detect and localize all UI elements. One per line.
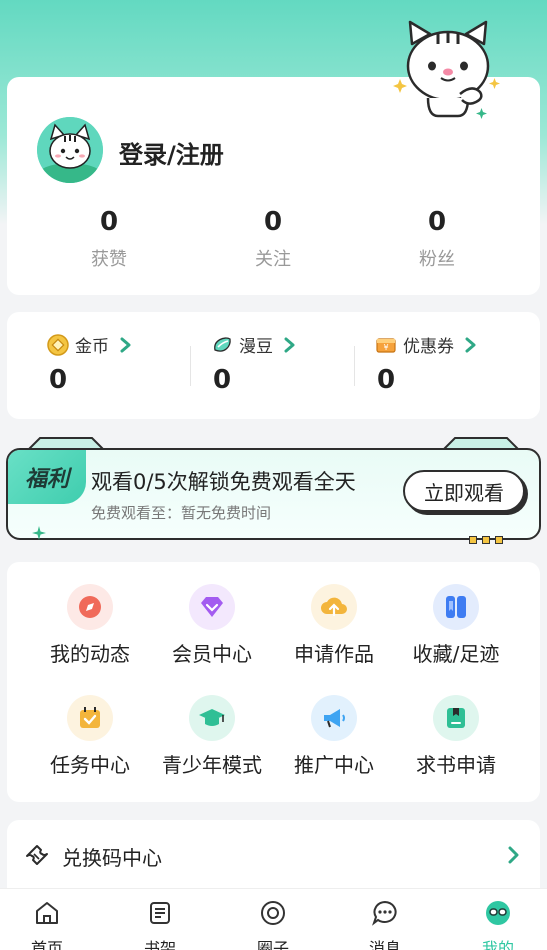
menu-label: 我的动态	[50, 642, 130, 666]
menu-promotion-center[interactable]: 推广中心	[273, 695, 395, 778]
menu-label: 任务中心	[50, 753, 130, 777]
wallet-coins[interactable]: 金币 0	[47, 332, 197, 395]
stat-likes[interactable]: 0 获赞	[49, 207, 169, 271]
tab-circle[interactable]: 圈子	[228, 899, 318, 950]
tab-label: 消息	[368, 939, 401, 950]
menu-book-request[interactable]: 求书申请	[395, 695, 517, 778]
tab-bookshelf[interactable]: 书架	[115, 899, 205, 950]
avatar[interactable]	[37, 117, 103, 183]
stat-label: 获赞	[91, 249, 127, 270]
welfare-banner[interactable]: 福利 观看0/5次解锁免费观看全天 免费观看至：暂无免费时间 立即观看	[6, 436, 541, 546]
coin-icon	[47, 333, 69, 356]
wallet-coupons[interactable]: ¥ 优惠券 0	[375, 332, 525, 395]
stat-following[interactable]: 0 关注	[213, 207, 333, 271]
menu-task-center[interactable]: 任务中心	[29, 695, 151, 778]
chevron-right-icon	[120, 337, 131, 352]
welfare-box: 福利 观看0/5次解锁免费观看全天 免费观看至：暂无免费时间 立即观看	[6, 448, 541, 544]
wallet-value: 0	[213, 365, 232, 395]
home-icon	[36, 902, 58, 924]
bottom-tab-bar: 首页 书架 圈子 消息 我的	[0, 888, 547, 950]
bookmark-icon	[433, 584, 479, 630]
menu-label: 会员中心	[172, 642, 252, 666]
chevron-right-icon	[284, 337, 295, 352]
watch-now-button[interactable]: 立即观看	[403, 470, 525, 512]
banner-dots	[469, 536, 503, 544]
tab-mine[interactable]: 我的	[453, 899, 543, 950]
menu-my-activity[interactable]: 我的动态	[29, 584, 151, 667]
tab-home[interactable]: 首页	[2, 899, 92, 950]
tab-label: 我的	[481, 939, 514, 950]
divider	[354, 346, 355, 386]
compass-icon	[67, 584, 113, 630]
upload-cloud-icon	[311, 584, 357, 630]
wallet-label: 金币	[75, 337, 109, 357]
megaphone-icon	[311, 695, 357, 741]
menu-favorites-history[interactable]: 收藏/足迹	[395, 584, 517, 667]
stat-fans[interactable]: 0 粉丝	[377, 207, 497, 271]
login-register-link[interactable]: 登录/注册	[119, 135, 224, 170]
message-icon	[372, 900, 397, 926]
stat-value: 0	[99, 207, 119, 237]
tab-label: 书架	[143, 939, 176, 950]
bookshelf-icon	[150, 902, 170, 924]
wallet-label: 优惠券	[403, 337, 454, 357]
stat-value: 0	[263, 207, 283, 237]
stat-label: 粉丝	[419, 249, 455, 270]
tab-messages[interactable]: 消息	[340, 899, 430, 950]
graduation-cap-icon	[189, 695, 235, 741]
stat-label: 关注	[255, 249, 291, 270]
diamond-icon	[189, 584, 235, 630]
welfare-title: 观看0/5次解锁免费观看全天	[91, 470, 356, 494]
redeem-label: 兑换码中心	[62, 846, 162, 870]
wallet-value: 0	[49, 365, 68, 395]
chevron-right-icon	[508, 846, 519, 864]
wallet-card: 金币 0 漫豆 0 ¥ 优惠券 0	[7, 312, 540, 419]
wallet-label: 漫豆	[239, 337, 273, 357]
feature-grid: 我的动态 会员中心 申请作品 收藏/足迹 任务中心 青少年模式 推广中心 求书申…	[7, 562, 540, 802]
menu-label: 申请作品	[294, 642, 374, 666]
welfare-tag: 福利	[8, 450, 86, 504]
book-icon	[433, 695, 479, 741]
coupon-icon: ¥	[376, 337, 396, 353]
svg-text:¥: ¥	[383, 343, 388, 352]
stat-value: 0	[427, 207, 447, 237]
menu-apply-work[interactable]: 申请作品	[273, 584, 395, 667]
menu-label: 求书申请	[416, 753, 496, 777]
wallet-value: 0	[377, 365, 396, 395]
tab-label: 圈子	[256, 939, 289, 950]
menu-vip-center[interactable]: 会员中心	[151, 584, 273, 667]
bean-icon	[214, 336, 231, 352]
menu-label: 收藏/足迹	[412, 642, 500, 666]
ticket-icon	[26, 845, 48, 865]
profile-face-icon	[486, 901, 510, 925]
divider	[190, 346, 191, 386]
cat-mascot-icon	[388, 14, 506, 124]
sparkle-icon	[32, 526, 46, 540]
tab-label: 首页	[30, 939, 63, 950]
redeem-code-row[interactable]: 兑换码中心	[7, 820, 540, 890]
calendar-check-icon	[67, 695, 113, 741]
menu-label: 青少年模式	[162, 753, 262, 777]
welfare-subtitle: 免费观看至：暂无免费时间	[91, 504, 272, 522]
wallet-beans[interactable]: 漫豆 0	[211, 332, 361, 395]
menu-label: 推广中心	[294, 753, 374, 777]
circle-icon	[261, 901, 285, 925]
chevron-right-icon	[465, 337, 476, 352]
menu-teen-mode[interactable]: 青少年模式	[151, 695, 273, 778]
